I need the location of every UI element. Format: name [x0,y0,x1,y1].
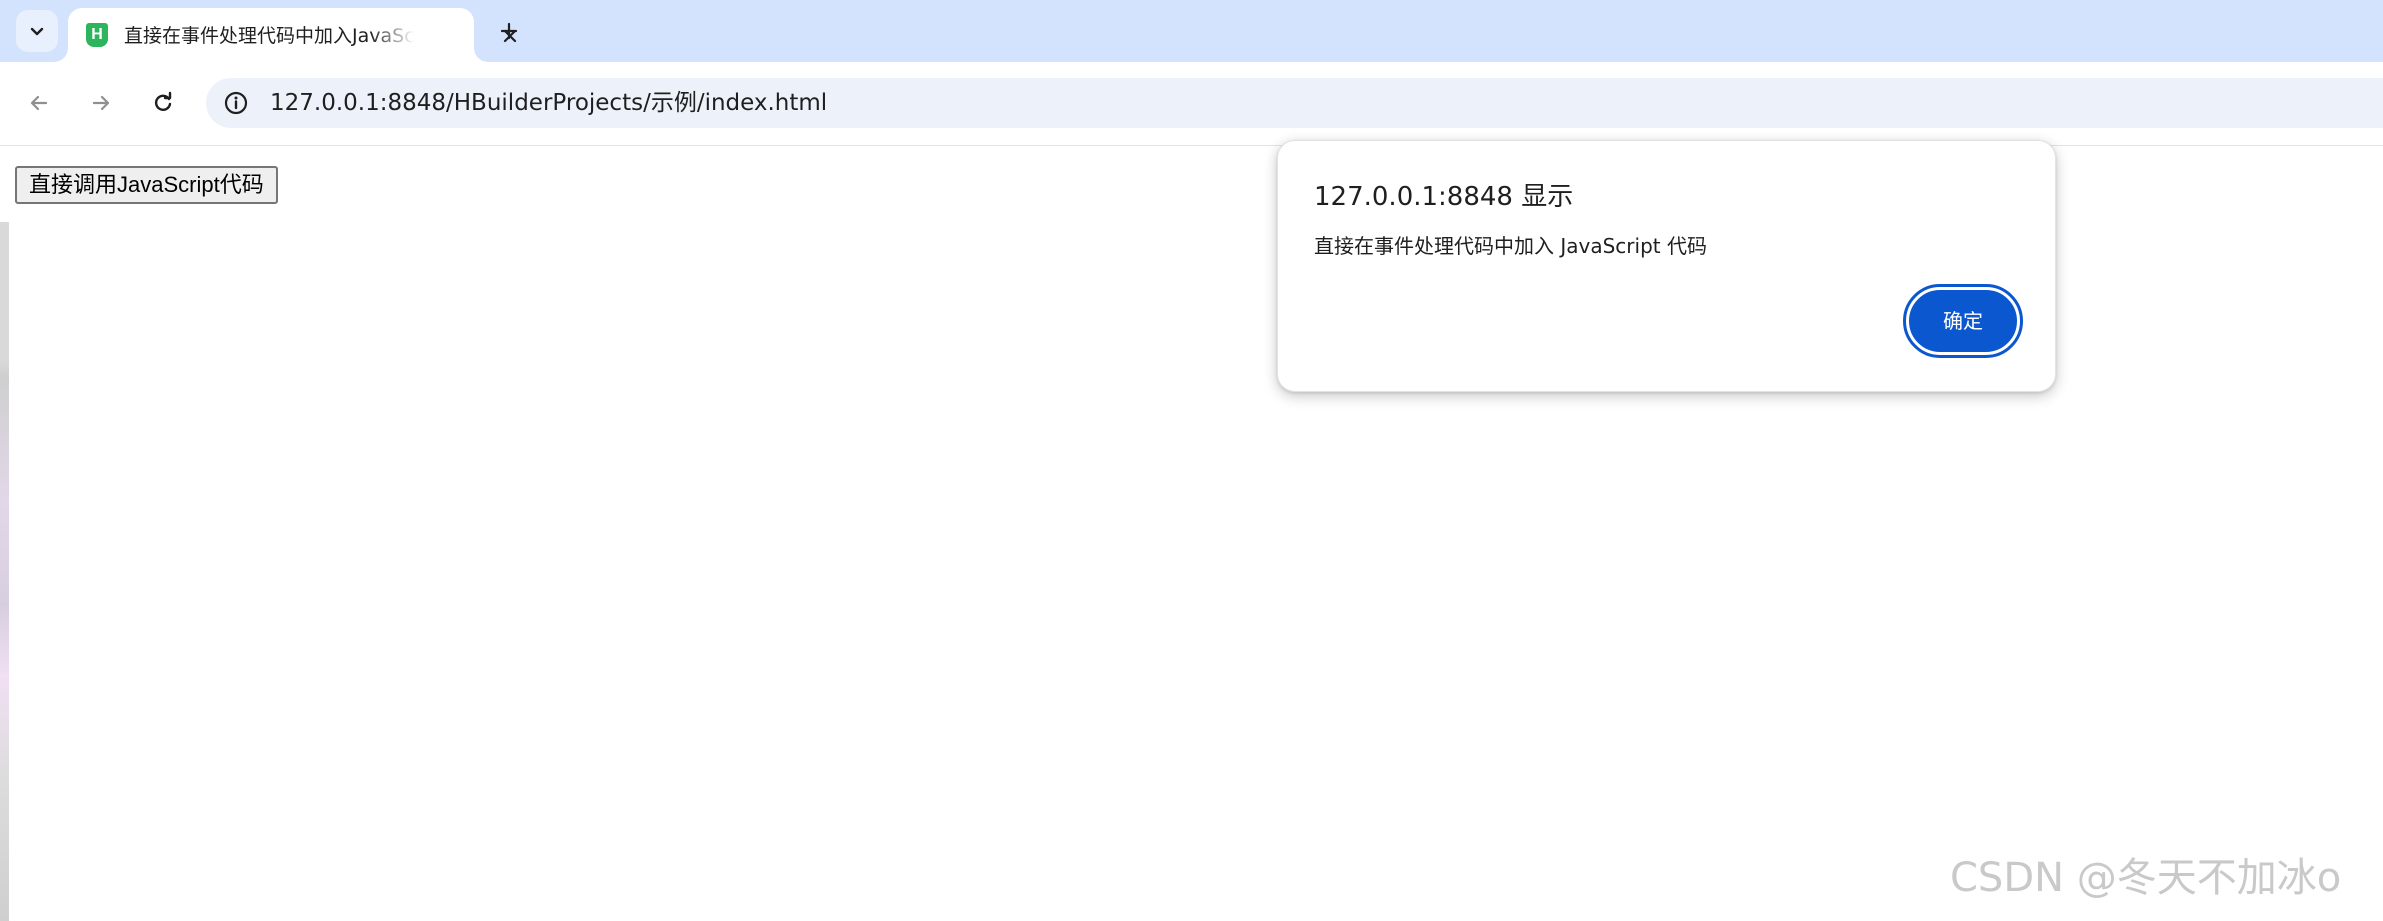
back-button[interactable] [18,82,60,124]
arrow-left-icon [30,95,48,111]
browser-window: H 直接在事件处理代码中加入JavaScript代码 [0,0,2383,921]
arrow-right-icon [92,95,110,111]
hbuilder-favicon-icon: H [86,23,108,47]
alert-message: 直接在事件处理代码中加入 JavaScript 代码 [1314,234,1707,258]
alert-ok-button[interactable]: 确定 [1903,284,2023,358]
left-edge-artifact [0,222,9,921]
tab-title: 直接在事件处理代码中加入JavaScript代码 [124,25,414,47]
tab-search-button[interactable] [16,10,58,52]
csdn-watermark: CSDN @冬天不加冰o [1950,855,2342,901]
plus-icon [500,22,518,40]
site-info-button[interactable] [220,87,252,119]
chevron-down-icon [30,27,44,36]
reload-button[interactable] [142,82,184,124]
call-javascript-button[interactable]: 直接调用JavaScript代码 [15,166,278,204]
alert-title: 127.0.0.1:8848 显示 [1314,182,1574,212]
url-text[interactable]: 127.0.0.1:8848/HBuilderProjects/示例/index… [270,90,827,116]
address-bar[interactable]: 127.0.0.1:8848/HBuilderProjects/示例/index… [206,78,2383,128]
info-icon [224,91,248,115]
tab-strip: H 直接在事件处理代码中加入JavaScript代码 [0,0,2383,62]
forward-button[interactable] [80,82,122,124]
alert-dialog: 127.0.0.1:8848 显示 直接在事件处理代码中加入 JavaScrip… [1277,140,2056,392]
browser-toolbar: 127.0.0.1:8848/HBuilderProjects/示例/index… [0,62,2383,146]
new-tab-button[interactable] [490,12,528,50]
reload-icon [154,91,172,111]
active-tab[interactable]: H 直接在事件处理代码中加入JavaScript代码 [68,8,517,62]
